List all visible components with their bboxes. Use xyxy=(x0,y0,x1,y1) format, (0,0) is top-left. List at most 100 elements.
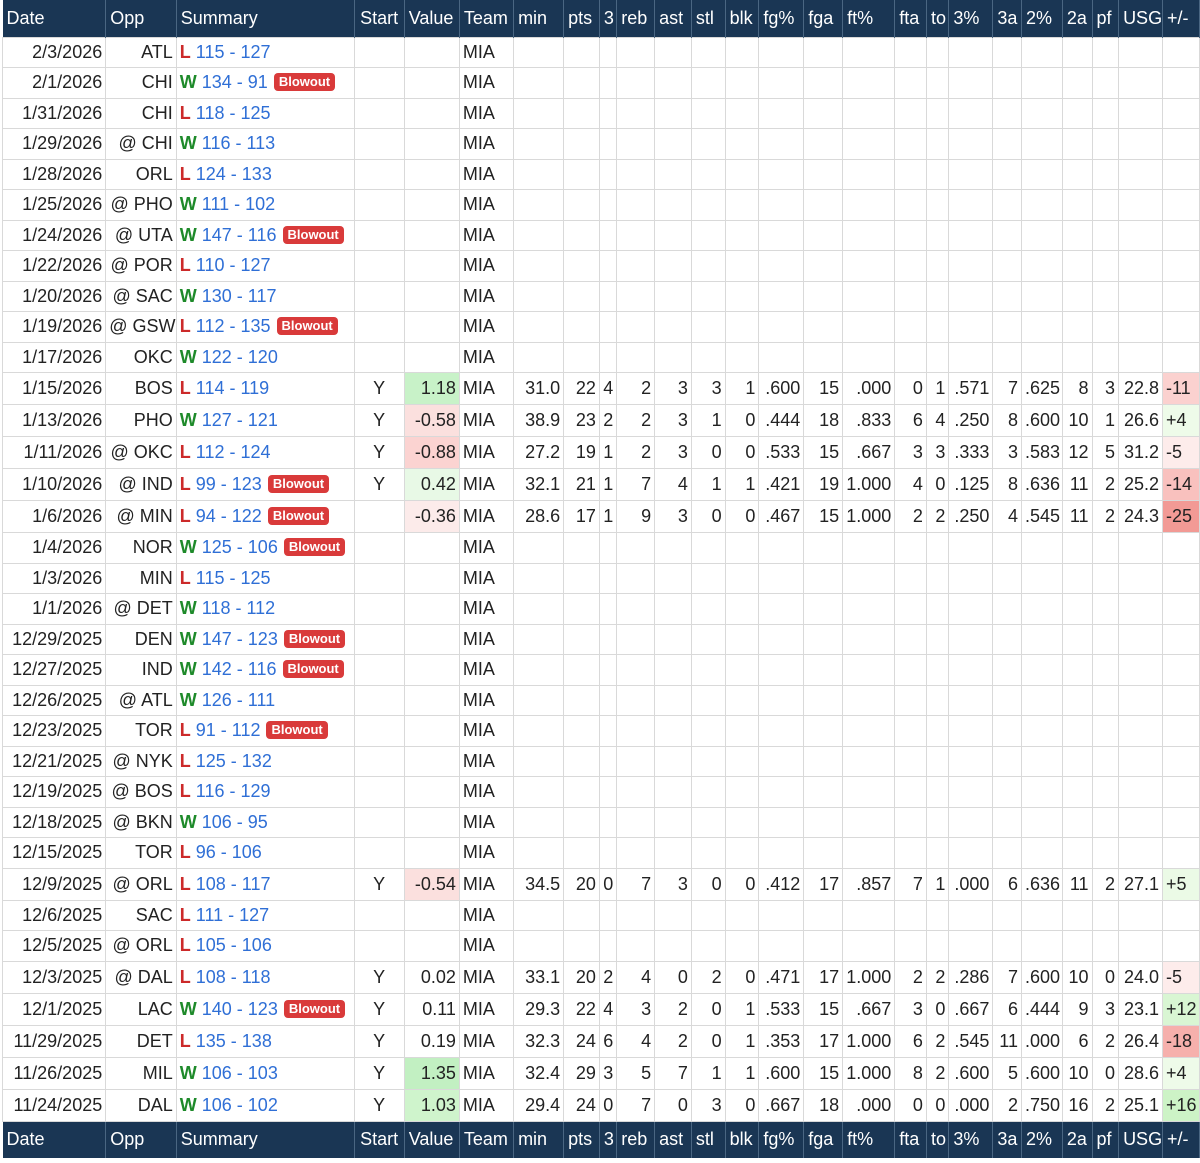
column-header-7[interactable]: pts xyxy=(563,0,600,37)
score-link[interactable]: 135 - 138 xyxy=(196,1031,272,1051)
column-footer-14[interactable]: fga xyxy=(803,1121,844,1158)
score-link[interactable]: 111 - 102 xyxy=(202,194,275,214)
stat-fgp-cell xyxy=(758,593,805,625)
score-link[interactable]: 122 - 120 xyxy=(202,347,278,367)
column-header-24[interactable]: +/- xyxy=(1162,0,1200,37)
column-header-16[interactable]: fta xyxy=(894,0,927,37)
column-footer-5[interactable]: Team xyxy=(459,1121,515,1158)
score-link[interactable]: 127 - 121 xyxy=(202,410,278,430)
column-footer-12[interactable]: blk xyxy=(725,1121,760,1158)
column-header-1[interactable]: Opp xyxy=(105,0,177,37)
column-header-13[interactable]: fg% xyxy=(758,0,805,37)
column-header-23[interactable]: USG xyxy=(1118,0,1164,37)
column-footer-4[interactable]: Value xyxy=(404,1121,460,1158)
column-header-14[interactable]: fga xyxy=(803,0,844,37)
score-link[interactable]: 108 - 118 xyxy=(196,967,271,987)
score-link[interactable]: 112 - 135 xyxy=(196,316,271,336)
summary-cell: W 125 - 106 Blowout xyxy=(175,532,355,564)
stat-to-cell xyxy=(925,97,950,129)
column-header-5[interactable]: Team xyxy=(459,0,515,37)
score-link[interactable]: 116 - 129 xyxy=(196,781,271,801)
column-header-2[interactable]: Summary xyxy=(176,0,355,37)
column-header-8[interactable]: 3 xyxy=(599,0,618,37)
score-link[interactable]: 118 - 125 xyxy=(196,103,271,123)
score-link[interactable]: 105 - 106 xyxy=(196,935,272,955)
column-header-15[interactable]: ft% xyxy=(842,0,896,37)
stat-three-cell: 1 xyxy=(598,500,618,533)
column-footer-19[interactable]: 3a xyxy=(992,1121,1022,1158)
column-header-19[interactable]: 3a xyxy=(992,0,1022,37)
score-link[interactable]: 106 - 102 xyxy=(202,1095,278,1115)
column-header-9[interactable]: reb xyxy=(616,0,656,37)
stat-a2-cell xyxy=(1061,593,1093,625)
team-cell: MIA xyxy=(458,899,515,931)
column-footer-11[interactable]: stl xyxy=(691,1121,726,1158)
column-footer-1[interactable]: Opp xyxy=(105,1121,177,1158)
column-header-22[interactable]: pf xyxy=(1092,0,1120,37)
score-link[interactable]: 91 - 112 xyxy=(196,720,261,740)
score-link[interactable]: 116 - 113 xyxy=(202,133,275,153)
column-footer-18[interactable]: 3% xyxy=(948,1121,994,1158)
score-link[interactable]: 96 - 106 xyxy=(196,842,262,862)
column-footer-9[interactable]: reb xyxy=(616,1121,656,1158)
result-indicator: W xyxy=(179,628,197,649)
score-link[interactable]: 124 - 133 xyxy=(196,164,272,184)
score-link[interactable]: 115 - 125 xyxy=(196,568,271,588)
stat-fta-cell xyxy=(894,250,927,282)
column-footer-23[interactable]: USG xyxy=(1118,1121,1164,1158)
score-link[interactable]: 125 - 132 xyxy=(196,751,272,771)
value-cell xyxy=(403,67,460,99)
score-link[interactable]: 94 - 122 xyxy=(196,506,262,526)
score-link[interactable]: 130 - 117 xyxy=(202,286,277,306)
column-footer-2[interactable]: Summary xyxy=(176,1121,355,1158)
column-header-18[interactable]: 3% xyxy=(948,0,994,37)
column-header-10[interactable]: ast xyxy=(654,0,692,37)
score-link[interactable]: 108 - 117 xyxy=(196,874,271,894)
column-footer-20[interactable]: 2% xyxy=(1021,1121,1063,1158)
column-footer-22[interactable]: pf xyxy=(1092,1121,1120,1158)
score-link[interactable]: 147 - 123 xyxy=(202,629,278,649)
column-header-4[interactable]: Value xyxy=(404,0,460,37)
stat-three-cell xyxy=(598,654,618,686)
column-footer-15[interactable]: ft% xyxy=(842,1121,896,1158)
column-footer-24[interactable]: +/- xyxy=(1162,1121,1200,1158)
stat-fta-cell: 0 xyxy=(894,1088,927,1122)
column-header-11[interactable]: stl xyxy=(691,0,726,37)
column-header-21[interactable]: 2a xyxy=(1062,0,1093,37)
score-link[interactable]: 125 - 106 xyxy=(202,537,278,557)
column-header-20[interactable]: 2% xyxy=(1021,0,1063,37)
score-link[interactable]: 112 - 124 xyxy=(196,442,271,462)
column-header-6[interactable]: min xyxy=(513,0,565,37)
column-footer-21[interactable]: 2a xyxy=(1062,1121,1093,1158)
score-link[interactable]: 106 - 95 xyxy=(202,812,268,832)
score-link[interactable]: 126 - 111 xyxy=(202,690,275,710)
score-link[interactable]: 118 - 112 xyxy=(202,598,275,618)
column-footer-10[interactable]: ast xyxy=(654,1121,692,1158)
score-link[interactable]: 106 - 103 xyxy=(202,1063,278,1083)
score-link[interactable]: 111 - 127 xyxy=(196,905,269,925)
column-header-3[interactable]: Start xyxy=(354,0,405,37)
column-footer-3[interactable]: Start xyxy=(354,1121,405,1158)
score-link[interactable]: 142 - 116 xyxy=(202,659,277,679)
score-link[interactable]: 134 - 91 xyxy=(202,72,268,92)
column-footer-0[interactable]: Date xyxy=(2,1121,107,1158)
date-cell: 1/15/2026 xyxy=(1,372,107,405)
column-footer-7[interactable]: pts xyxy=(563,1121,600,1158)
score-link[interactable]: 114 - 119 xyxy=(196,378,269,398)
column-header-17[interactable]: to xyxy=(926,0,950,37)
column-header-12[interactable]: blk xyxy=(725,0,760,37)
column-header-0[interactable]: Date xyxy=(2,0,107,37)
score-link[interactable]: 140 - 123 xyxy=(202,999,278,1019)
score-link[interactable]: 110 - 127 xyxy=(196,255,271,275)
column-footer-17[interactable]: to xyxy=(926,1121,950,1158)
stat-ast-cell xyxy=(654,899,692,931)
stat-p2-cell xyxy=(1020,158,1063,190)
column-footer-6[interactable]: min xyxy=(513,1121,565,1158)
column-footer-16[interactable]: fta xyxy=(894,1121,927,1158)
score-link[interactable]: 147 - 116 xyxy=(202,225,277,245)
date-cell: 12/21/2025 xyxy=(1,745,107,777)
column-footer-8[interactable]: 3 xyxy=(599,1121,618,1158)
score-link[interactable]: 115 - 127 xyxy=(196,42,271,62)
column-footer-13[interactable]: fg% xyxy=(758,1121,805,1158)
score-link[interactable]: 99 - 123 xyxy=(196,474,262,494)
